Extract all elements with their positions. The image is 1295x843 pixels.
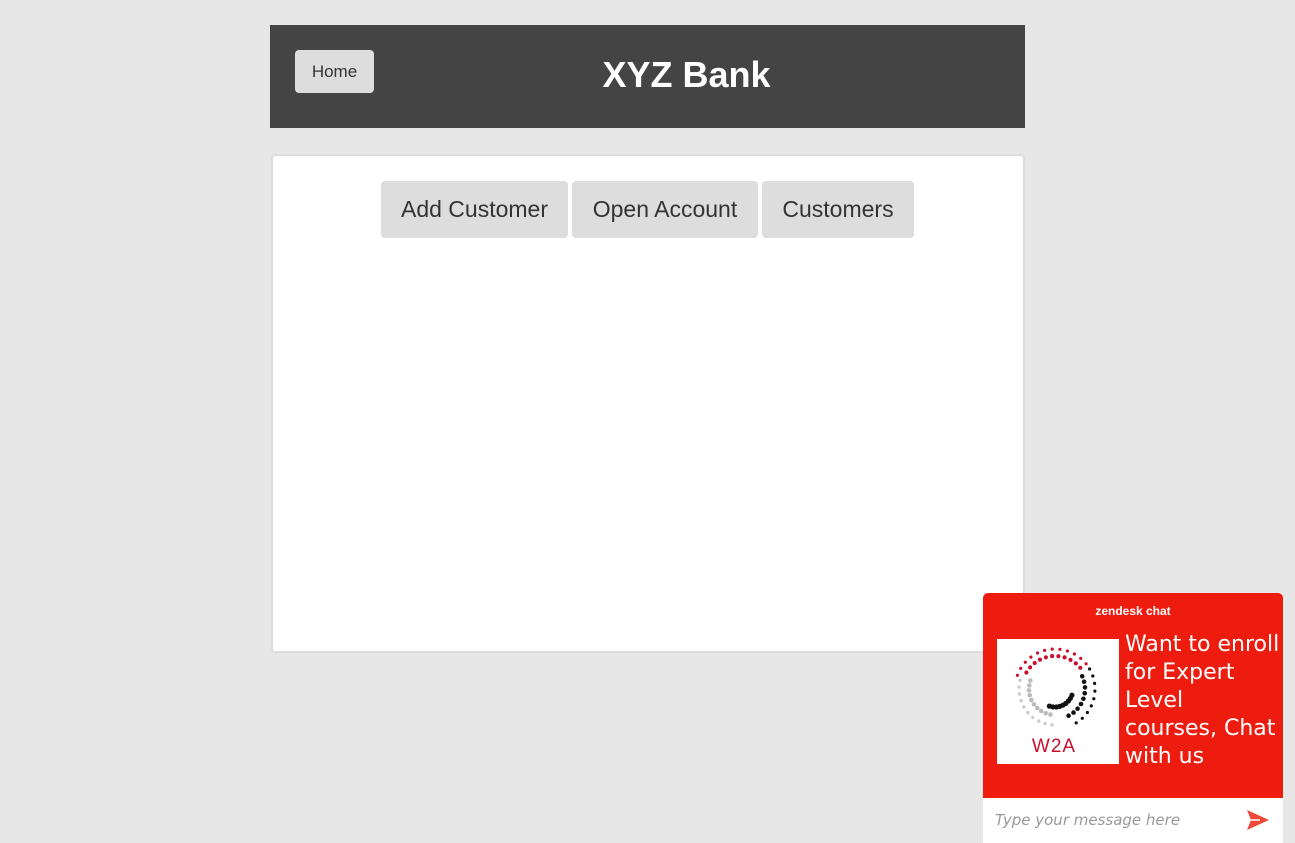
logo-dot <box>1074 721 1078 725</box>
logo-dot <box>1046 703 1052 709</box>
open-account-button[interactable]: Open Account <box>572 181 758 238</box>
logo-dot <box>1072 652 1076 656</box>
send-arrow-icon[interactable] <box>1246 809 1270 831</box>
logo-dot <box>1048 712 1053 717</box>
logo-dot <box>1019 699 1023 703</box>
logo-dot <box>1028 678 1033 683</box>
add-customer-button[interactable]: Add Customer <box>381 181 568 238</box>
logo-dot <box>1089 704 1093 708</box>
logo-dot <box>1058 647 1062 651</box>
logo-dot <box>1031 702 1037 707</box>
logo-dot <box>1079 656 1083 660</box>
logo-dot <box>1084 662 1088 666</box>
logo-dot <box>1018 678 1022 682</box>
logo-dot <box>1066 713 1071 718</box>
logo-dot <box>1026 688 1032 693</box>
logo-dot <box>1085 710 1089 715</box>
logo-dot <box>1062 655 1067 660</box>
logo-dot <box>1071 710 1076 715</box>
logo-dot <box>1081 696 1086 702</box>
chat-brand-label: zendesk chat <box>1095 604 1171 618</box>
logo-dot <box>1019 666 1023 670</box>
manager-panel: Add Customer Open Account Customers <box>271 154 1025 653</box>
logo-dot <box>1082 685 1088 690</box>
logo-dot <box>1073 661 1078 666</box>
logo-dot <box>1043 711 1048 716</box>
logo-dot <box>1017 685 1021 689</box>
w2a-logo: W2A <box>997 639 1119 764</box>
logo-dot <box>1035 651 1040 655</box>
logo-dot <box>1081 679 1087 684</box>
logo-dot <box>1029 655 1033 659</box>
logo-dot <box>1022 705 1026 709</box>
logo-dot <box>1093 681 1097 685</box>
chat-message-input[interactable] <box>995 808 1235 832</box>
logo-dot <box>1043 721 1047 726</box>
customers-button[interactable]: Customers <box>762 181 914 238</box>
logo-dot <box>1082 690 1087 696</box>
chat-input-bar <box>983 798 1283 843</box>
logo-text: W2A <box>1032 736 1076 757</box>
logo-dot <box>1029 697 1034 703</box>
chat-widget[interactable]: zendesk chat W2A Want to enroll for Expe… <box>983 593 1283 843</box>
page-title: XYZ Bank <box>602 54 771 95</box>
logo-dot <box>1037 719 1041 723</box>
logo-dot <box>1091 674 1095 678</box>
logo-dot <box>1035 705 1040 711</box>
logo-dot <box>1023 660 1027 664</box>
logo-dot <box>1043 655 1048 660</box>
logo-dot <box>1027 693 1033 698</box>
logo-dot <box>1068 657 1073 662</box>
chat-greeting: Want to enroll for Expert Level courses,… <box>1125 632 1280 769</box>
w2a-logo-icon: W2A <box>1015 647 1097 757</box>
logo-dot <box>1075 706 1080 711</box>
logo-dot <box>1080 716 1084 720</box>
logo-dot <box>1038 708 1044 714</box>
logo-dot <box>1031 715 1035 720</box>
logo-dot <box>1088 667 1092 671</box>
logo-dot <box>1093 689 1097 693</box>
app-header: Home XYZ Bank <box>270 25 1025 128</box>
logo-dot <box>1092 697 1096 701</box>
logo-dot <box>1079 674 1085 679</box>
logo-dot <box>1050 647 1054 651</box>
logo-dot <box>1043 648 1047 652</box>
logo-dot <box>1078 701 1084 707</box>
logo-dot <box>1050 654 1055 659</box>
logo-dot <box>1024 670 1029 675</box>
logo-dot <box>1028 665 1033 670</box>
logo-dot <box>1056 654 1061 659</box>
logo-dot <box>1078 665 1083 670</box>
logo-dot <box>1017 692 1022 696</box>
logo-dot <box>1037 657 1043 662</box>
logo-dot <box>1050 723 1054 727</box>
logo-dot <box>1065 649 1069 653</box>
logo-dot <box>1032 660 1037 666</box>
logo-dot <box>1015 673 1019 677</box>
logo-dot <box>1026 710 1030 715</box>
logo-dot <box>1027 683 1032 688</box>
